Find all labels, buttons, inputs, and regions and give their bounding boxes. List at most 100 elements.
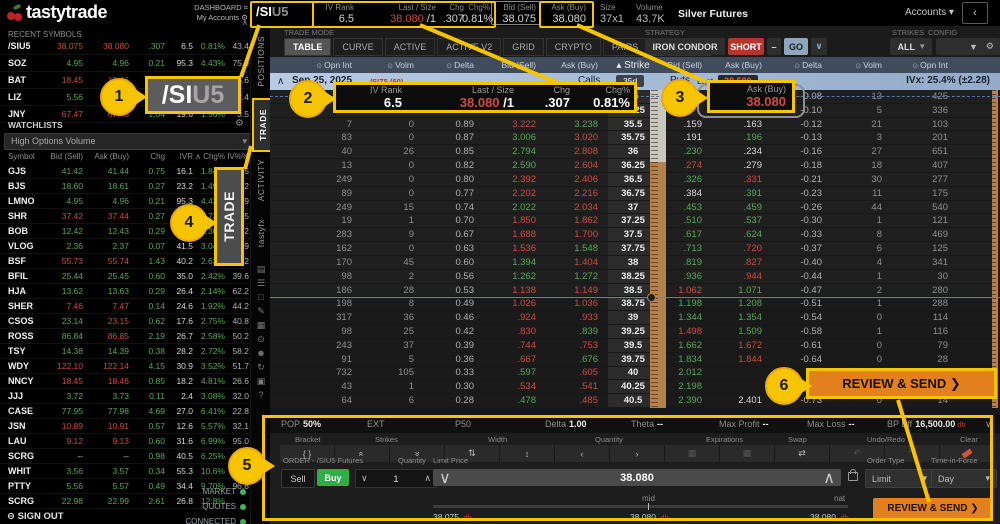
refresh-icon[interactable]: ↻ <box>251 362 271 373</box>
put-ask[interactable]: .537 <box>712 215 772 226</box>
ask-buy-quote[interactable]: Ask (Buy)38.080 <box>542 3 586 25</box>
put-bid[interactable]: .159 <box>658 119 712 130</box>
watchlist-row[interactable]: HJA13.6213.630.2926.42.14%62.2 <box>0 284 250 299</box>
header-call-volm[interactable]: ⊙Volm <box>362 60 424 70</box>
call-bid[interactable]: .924 <box>484 312 546 323</box>
header-strike[interactable]: ▴ Strike <box>608 57 658 73</box>
call-bid[interactable]: 1.262 <box>484 271 546 282</box>
call-ask[interactable]: 2.808 <box>546 146 608 157</box>
price-slider[interactable] <box>433 505 848 508</box>
quantity-up-button[interactable]: › <box>610 445 665 462</box>
expiration-next-button[interactable]: ▦ <box>720 445 775 462</box>
call-ask[interactable]: .605 <box>546 367 608 378</box>
put-ask[interactable]: .331 <box>712 174 772 185</box>
chain-row[interactable]: 1300.822.5902.60436.25.274.279-0.1818407 <box>270 159 1000 173</box>
call-ask[interactable]: .753 <box>546 340 608 351</box>
tab-crypto[interactable]: CRYPTO <box>546 38 601 56</box>
call-ask[interactable]: 1.700 <box>546 229 608 240</box>
call-bid[interactable]: .534 <box>484 381 546 392</box>
watchlist-row[interactable]: WHIT3.563.570.3455.310.6%77.6 <box>0 464 250 479</box>
watchlist-row[interactable]: CSOS23.1423.150.6217.62.75%40.8 <box>0 314 250 329</box>
call-bid[interactable]: 1.536 <box>484 243 546 254</box>
chain-row[interactable]: 1910.701.8501.86237.25.510.537-0.301121 <box>270 214 1000 228</box>
header-call-opn-int[interactable]: ⊙Opn Int <box>270 60 362 70</box>
tab-active[interactable]: ACTIVE <box>385 38 436 56</box>
tab-pairs[interactable]: PAIRS <box>603 38 647 56</box>
chain-row[interactable]: 700.893.2223.23835.5.159.163-0.1221103 <box>270 118 1000 132</box>
call-ask[interactable]: 2.216 <box>546 188 608 199</box>
collapse-expiration-icon[interactable]: ∧ <box>277 76 284 87</box>
limit-price-field[interactable]: ∨ 38.080 ∧ <box>433 469 841 486</box>
chain-row[interactable]: 98250.42.830.83939.251.4981.509-0.581116 <box>270 325 1000 339</box>
watchlist-row[interactable]: WDY122.10122.144.1530.93.52%51.7 <box>0 359 250 374</box>
call-bid[interactable]: 1.026 <box>484 298 546 309</box>
call-bid[interactable]: 2.022 <box>484 202 546 213</box>
bid-sell-quote[interactable]: Bid (Sell)38.075 <box>494 3 536 25</box>
tab-active-v2[interactable]: ACTIVE V2 <box>437 38 501 56</box>
put-bid[interactable]: .191 <box>658 132 712 143</box>
put-bid[interactable]: .936 <box>658 271 712 282</box>
put-bid[interactable]: 1.662 <box>658 340 712 351</box>
watchlist-row[interactable]: LAU9.129.130.6031.66.99%95.0 <box>0 434 250 449</box>
chain-row[interactable]: 9150.36.667.67639.751.8341.844-0.64028 <box>270 353 1000 367</box>
put-bid[interactable]: 1.834 <box>658 354 712 365</box>
history-icon[interactable]: ⊙ <box>251 334 271 345</box>
sell-button[interactable]: Sell <box>281 469 315 488</box>
chain-row[interactable]: 16200.631.5361.54837.75.713.720-0.376125 <box>270 242 1000 256</box>
put-bid[interactable]: 1.344 <box>658 312 712 323</box>
qty-increase-icon[interactable]: ∧ <box>424 473 431 484</box>
call-bid[interactable]: .744 <box>484 340 546 351</box>
put-ask[interactable]: .944 <box>712 271 772 282</box>
watchlist-row[interactable]: ROSS86.8486.852.1926.72.58%50.2 <box>0 329 250 344</box>
watchlist-row[interactable]: BJS18.6018.610.2723.21.49%34.2 <box>0 179 250 194</box>
review-and-send-button[interactable]: REVIEW & SEND ❯ <box>873 498 993 519</box>
put-bid[interactable]: 1.198 <box>658 298 712 309</box>
call-ask[interactable]: .839 <box>546 326 608 337</box>
my-accounts-link[interactable]: My Accounts ⚙ <box>170 13 248 23</box>
go-button[interactable]: GO <box>784 38 808 55</box>
call-bid[interactable]: 1.688 <box>484 229 546 240</box>
call-ask[interactable]: 1.036 <box>546 298 608 309</box>
call-bid[interactable]: 2.202 <box>484 188 546 199</box>
rail-tab-activity[interactable]: ACTIVITY <box>252 154 270 206</box>
filter-icon[interactable]: ▼ <box>969 42 978 52</box>
window-icon[interactable]: □ <box>251 292 271 302</box>
header-call-bid-sell-[interactable]: Bid (Sell) <box>484 60 546 70</box>
call-ask[interactable]: 1.862 <box>546 215 608 226</box>
call-bid[interactable]: .667 <box>484 354 546 365</box>
put-ask[interactable]: 1.071 <box>712 285 772 296</box>
call-bid[interactable]: 2.392 <box>484 174 546 185</box>
go-caret-button[interactable]: ∨ <box>811 38 827 55</box>
journal-icon[interactable]: ▤ <box>251 264 271 275</box>
put-bid[interactable]: .230 <box>658 146 712 157</box>
header-put-volm[interactable]: ⊙Volm <box>832 60 892 70</box>
edit-icon[interactable]: ✎ <box>251 306 271 317</box>
watchlist-row[interactable]: BFIL25.4425.450.6035.02.42%39.6 <box>0 269 250 284</box>
order-type-select[interactable]: Limit▾ <box>865 469 934 488</box>
call-ask[interactable]: .676 <box>546 354 608 365</box>
put-ask[interactable]: 1.672 <box>712 340 772 351</box>
minus-chip[interactable]: – <box>767 38 781 55</box>
quantity-stepper[interactable]: ∨ 1 ∧ <box>355 469 437 488</box>
watchlist-row[interactable]: BSF55.7355.741.4340.22.63%67.2 <box>0 254 250 269</box>
tab-curve[interactable]: CURVE <box>333 38 382 56</box>
call-bid[interactable]: 3.006 <box>484 132 546 143</box>
time-in-force-select[interactable]: Day▾ <box>931 469 997 488</box>
header-call-ask-buy-[interactable]: Ask (Buy) <box>546 60 608 70</box>
call-ask[interactable]: 1.548 <box>546 243 608 254</box>
header-put-delta[interactable]: ⊙Delta <box>772 60 832 70</box>
call-ask[interactable]: 3.020 <box>546 132 608 143</box>
watchlist-row[interactable]: JSN10.8910.910.5712.65.57%32.1 <box>0 419 250 434</box>
stats-chevron-icon[interactable]: ∨ <box>985 419 992 430</box>
put-bid[interactable]: 1.498 <box>658 326 712 337</box>
call-bid[interactable]: 1.394 <box>484 257 546 268</box>
recent-symbol-row[interactable]: SOZ4.954.960.2195.34.43%75.9 <box>0 55 250 72</box>
watchlist-row[interactable]: GJS41.4241.440.7516.11.84%12.5 <box>0 164 250 179</box>
collapse-panel-button[interactable]: ‹ <box>962 2 988 24</box>
put-bid[interactable]: 2.198 <box>658 381 712 392</box>
config-gear-icon[interactable]: ⚙ <box>986 41 994 52</box>
call-bid[interactable]: .597 <box>484 367 546 378</box>
tab-table[interactable]: TABLE <box>284 38 331 56</box>
watchlist-row[interactable]: VLOG2.362.370.0741.53.04%31.9 <box>0 239 250 254</box>
symbol-field[interactable]: /SIU5 <box>256 4 289 19</box>
